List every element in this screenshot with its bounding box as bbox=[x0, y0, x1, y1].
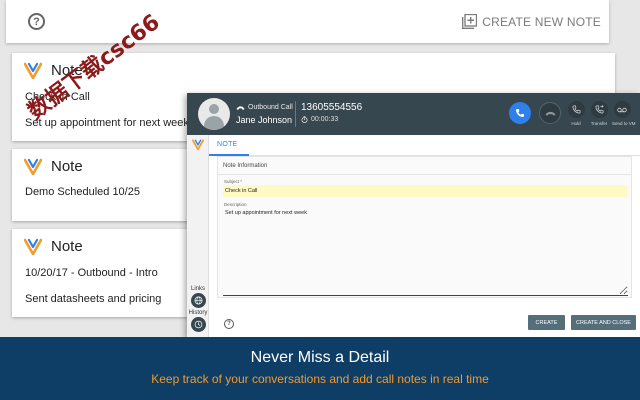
answer-button[interactable] bbox=[509, 102, 531, 124]
create-new-note-button[interactable]: CREATE NEW NOTE bbox=[462, 13, 601, 29]
description-field[interactable]: Set up appointment for next week bbox=[223, 210, 628, 296]
top-bar: ? CREATE NEW NOTE bbox=[6, 0, 609, 43]
section-divider bbox=[218, 174, 631, 175]
subject-label: Subject * bbox=[224, 179, 243, 184]
logo-v-icon bbox=[24, 62, 42, 79]
banner-subtitle: Keep track of your conversations and add… bbox=[151, 372, 489, 386]
rail-links[interactable]: Links bbox=[187, 286, 209, 308]
hang-up-icon bbox=[545, 111, 555, 116]
subject-field[interactable] bbox=[223, 185, 628, 197]
logo-v-icon bbox=[24, 238, 42, 255]
rail-history[interactable]: History bbox=[187, 310, 209, 332]
timer-value: 00:00:33 bbox=[311, 116, 339, 123]
send-to-vm-label: Send to VM bbox=[612, 121, 636, 126]
call-panel: Outbound Call Jane Johnson 13605554556 0… bbox=[187, 93, 640, 337]
caller-number: 13605554556 bbox=[301, 102, 363, 113]
create-button[interactable]: CREATE bbox=[528, 315, 565, 330]
hold-label: Hold bbox=[571, 121, 581, 126]
note-line: Demo Scheduled 10/25 bbox=[25, 186, 140, 198]
call-header: Outbound Call Jane Johnson 13605554556 0… bbox=[187, 93, 640, 135]
hold-icon bbox=[572, 105, 580, 114]
avatar bbox=[198, 98, 230, 130]
note-line: Set up appointment for next week bbox=[25, 117, 189, 129]
send-to-vm-button[interactable]: Send to VM bbox=[612, 101, 636, 126]
transfer-label: Transfer bbox=[590, 121, 608, 126]
note-title: Note bbox=[51, 238, 83, 255]
tab-note[interactable]: NOTE bbox=[217, 141, 238, 148]
note-line: 10/20/17 - Outbound - Intro bbox=[25, 267, 158, 279]
help-icon[interactable]: ? bbox=[28, 13, 45, 30]
globe-icon bbox=[194, 296, 202, 305]
header-divider bbox=[295, 101, 296, 127]
add-note-icon bbox=[462, 13, 478, 29]
transfer-icon bbox=[595, 105, 604, 114]
banner-title: Never Miss a Detail bbox=[250, 349, 390, 366]
phone-icon bbox=[516, 109, 524, 117]
links-label: Links bbox=[190, 286, 205, 292]
note-title: Note bbox=[51, 158, 83, 175]
history-icon bbox=[194, 320, 202, 329]
section-title: Note Information bbox=[223, 163, 268, 169]
call-timer: 00:00:33 bbox=[301, 116, 338, 123]
hang-up-button[interactable] bbox=[539, 102, 561, 124]
description-label: Description bbox=[224, 202, 247, 207]
side-rail: Links History bbox=[187, 135, 209, 337]
promo-banner: Never Miss a Detail Keep track of your c… bbox=[0, 337, 640, 400]
call-type: Outbound Call bbox=[236, 104, 293, 111]
logo-v-icon bbox=[192, 139, 204, 150]
timer-icon bbox=[301, 116, 308, 123]
note-line: Sent datasheets and pricing bbox=[25, 293, 162, 305]
create-note-label: CREATE NEW NOTE bbox=[482, 14, 601, 29]
logo-v-icon bbox=[24, 158, 42, 175]
phone-icon bbox=[236, 105, 245, 110]
help-icon[interactable]: ? bbox=[224, 319, 234, 329]
voicemail-icon bbox=[617, 107, 627, 112]
create-and-close-button[interactable]: CREATE AND CLOSE bbox=[571, 315, 636, 330]
call-type-label: Outbound Call bbox=[248, 104, 293, 111]
note-form: Note Information Subject * Description S… bbox=[217, 156, 632, 298]
history-label: History bbox=[188, 310, 208, 316]
caller-name: Jane Johnson bbox=[236, 115, 293, 125]
hold-button[interactable]: Hold bbox=[566, 101, 586, 126]
transfer-button[interactable]: Transfer bbox=[589, 101, 609, 126]
